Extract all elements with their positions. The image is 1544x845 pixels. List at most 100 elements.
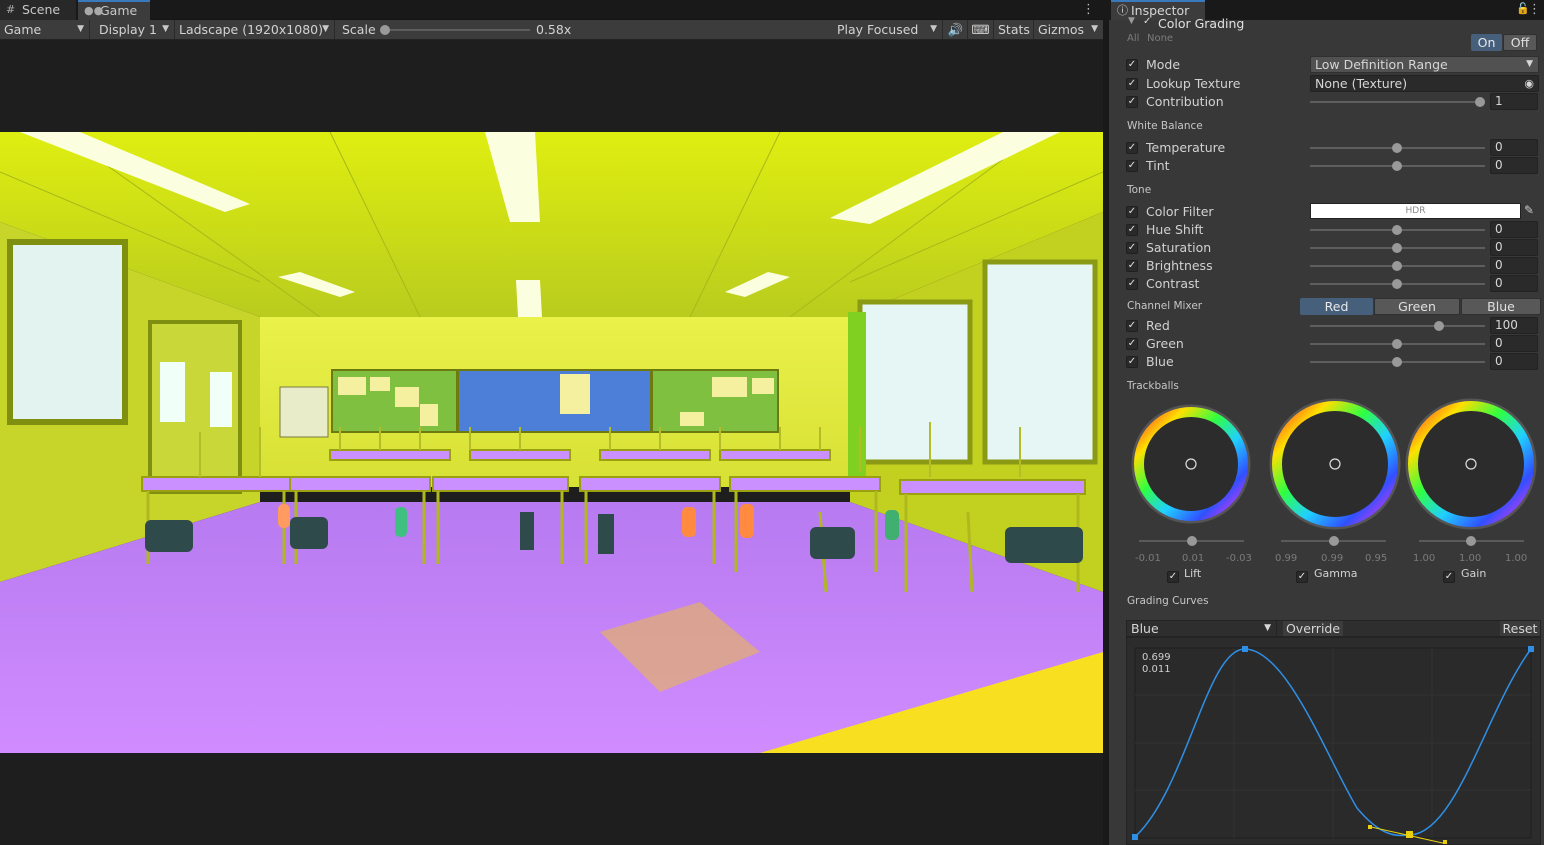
resolution-dropdown[interactable]: Ladscape (1920x1080) ▼ — [175, 20, 335, 39]
mixer-green-row: ✓ Green 0 — [1109, 335, 1544, 353]
saturation-override-checkbox[interactable]: ✓ — [1126, 242, 1138, 254]
reset-button[interactable]: Reset — [1500, 621, 1540, 636]
game-view-dropdown[interactable]: Game ▼ — [0, 20, 90, 39]
mode-dropdown-value: Low Definition Range — [1315, 57, 1448, 72]
tab-game[interactable]: ●● Game — [78, 0, 150, 20]
curve-channel-dropdown[interactable]: Blue ▼ — [1127, 621, 1277, 636]
lookup-override-checkbox[interactable]: ✓ — [1126, 78, 1138, 90]
mixer-blue-slider-handle[interactable] — [1392, 357, 1402, 367]
kebab-menu-icon[interactable]: ⋮ — [1082, 2, 1095, 17]
play-focused-dropdown[interactable]: Play Focused ▼ — [833, 20, 943, 39]
on-button[interactable]: On — [1471, 34, 1502, 51]
saturation-label: Saturation — [1146, 240, 1212, 255]
curve-editor[interactable]: 0.699 0.011 — [1126, 637, 1541, 845]
contrast-field[interactable]: 0 — [1490, 275, 1538, 292]
component-header[interactable]: ▼ ✓ Color Grading — [1109, 16, 1544, 34]
temperature-slider-handle[interactable] — [1392, 143, 1402, 153]
mute-audio-icon[interactable]: 🔊 — [944, 20, 968, 39]
gamma-slider-handle[interactable] — [1329, 536, 1339, 546]
mode-dropdown[interactable]: Low Definition Range ▼ — [1310, 56, 1539, 73]
trackballs-wheels[interactable] — [1109, 392, 1544, 534]
saturation-slider-handle[interactable] — [1392, 243, 1402, 253]
curve-graph[interactable] — [1127, 638, 1540, 845]
scale-slider[interactable] — [380, 29, 530, 31]
component-enabled-check-icon[interactable]: ✓ — [1143, 16, 1151, 27]
kebab-menu-icon[interactable]: ⋮ — [1528, 2, 1541, 17]
gain-wheel[interactable] — [1405, 398, 1537, 530]
contrast-slider-handle[interactable] — [1392, 279, 1402, 289]
gain-slider-handle[interactable] — [1466, 536, 1476, 546]
hue-shift-label: Hue Shift — [1146, 222, 1204, 237]
mixer-green-override-checkbox[interactable]: ✓ — [1126, 338, 1138, 350]
override-button[interactable]: Override — [1283, 621, 1343, 636]
color-filter-swatch[interactable]: HDR — [1310, 203, 1521, 219]
play-focused-label: Play Focused — [837, 22, 919, 37]
tint-slider-handle[interactable] — [1392, 161, 1402, 171]
mixer-blue-field[interactable]: 0 — [1490, 353, 1538, 370]
tint-field[interactable]: 0 — [1490, 157, 1538, 174]
channel-mixer-header: Channel Mixer — [1127, 300, 1203, 312]
mixer-red-slider[interactable] — [1310, 325, 1485, 327]
lift-slider-handle[interactable] — [1187, 536, 1197, 546]
off-button[interactable]: Off — [1503, 34, 1537, 51]
display-dropdown[interactable]: Display 1 ▼ — [95, 20, 175, 39]
mixer-red-slider-handle[interactable] — [1434, 321, 1444, 331]
contribution-slider-handle[interactable] — [1475, 97, 1485, 107]
tint-override-checkbox[interactable]: ✓ — [1126, 160, 1138, 172]
tangent-handle-right[interactable] — [1443, 840, 1447, 844]
game-viewport[interactable] — [0, 132, 1103, 753]
brightness-override-checkbox[interactable]: ✓ — [1126, 260, 1138, 272]
curve-key-end[interactable] — [1528, 646, 1534, 652]
lift-override-checkbox[interactable]: ✓ — [1167, 571, 1179, 583]
contribution-override-checkbox[interactable]: ✓ — [1126, 96, 1138, 108]
chevron-down-icon: ▼ — [1526, 59, 1533, 69]
gamma-wheel[interactable] — [1269, 398, 1401, 530]
curve-key-selected[interactable] — [1406, 831, 1413, 838]
mixer-green-slider-handle[interactable] — [1392, 339, 1402, 349]
curve-key-start[interactable] — [1132, 834, 1138, 840]
mixer-tab-green[interactable]: Green — [1374, 298, 1460, 315]
mixer-blue-override-checkbox[interactable]: ✓ — [1126, 356, 1138, 368]
contribution-slider[interactable] — [1310, 101, 1485, 103]
hue-shift-field[interactable]: 0 — [1490, 221, 1538, 238]
object-picker-icon[interactable]: ◉ — [1524, 76, 1534, 91]
color-filter-label: Color Filter — [1146, 204, 1214, 219]
lift-label: Lift — [1184, 567, 1202, 580]
curve-key-peak[interactable] — [1242, 646, 1248, 652]
mixer-red-override-checkbox[interactable]: ✓ — [1126, 320, 1138, 332]
brightness-field[interactable]: 0 — [1490, 257, 1538, 274]
curves-toolbar: Blue ▼ Override Reset — [1126, 620, 1541, 637]
temperature-field[interactable]: 0 — [1490, 139, 1538, 156]
hue-shift-slider-handle[interactable] — [1392, 225, 1402, 235]
all-link[interactable]: All — [1127, 33, 1139, 44]
mixer-tab-blue[interactable]: Blue — [1461, 298, 1541, 315]
mixer-red-field[interactable]: 100 — [1490, 317, 1538, 334]
tangent-handle-left[interactable] — [1368, 825, 1372, 829]
none-link[interactable]: None — [1147, 33, 1173, 44]
keyboard-icon[interactable]: ⌨ — [968, 20, 994, 39]
brightness-slider-handle[interactable] — [1392, 261, 1402, 271]
mixer-green-field[interactable]: 0 — [1490, 335, 1538, 352]
gamma-override-checkbox[interactable]: ✓ — [1296, 571, 1308, 583]
mixer-tab-red[interactable]: Red — [1300, 298, 1373, 315]
contribution-field[interactable]: 1 — [1490, 93, 1538, 110]
foldout-arrow-icon[interactable]: ▼ — [1128, 16, 1135, 26]
tab-scene[interactable]: # Scene — [0, 0, 76, 20]
gizmos-dropdown[interactable]: Gizmos ▼ — [1034, 20, 1103, 39]
contrast-override-checkbox[interactable]: ✓ — [1126, 278, 1138, 290]
lookup-texture-label: Lookup Texture — [1146, 76, 1241, 91]
grading-curves-header: Grading Curves — [1127, 595, 1209, 607]
tone-header: Tone — [1127, 184, 1152, 196]
temperature-override-checkbox[interactable]: ✓ — [1126, 142, 1138, 154]
lift-wheel[interactable] — [1131, 404, 1251, 524]
lookup-texture-field[interactable]: None (Texture) ◉ — [1310, 75, 1539, 92]
scale-slider-handle[interactable] — [380, 25, 390, 35]
tint-label: Tint — [1146, 158, 1170, 173]
gain-override-checkbox[interactable]: ✓ — [1443, 571, 1455, 583]
saturation-field[interactable]: 0 — [1490, 239, 1538, 256]
hue-shift-override-checkbox[interactable]: ✓ — [1126, 224, 1138, 236]
stats-button[interactable]: Stats — [994, 20, 1034, 39]
mode-override-checkbox[interactable]: ✓ — [1126, 59, 1138, 71]
color-filter-override-checkbox[interactable]: ✓ — [1126, 206, 1138, 218]
eyedropper-icon[interactable]: ✎ — [1524, 203, 1534, 217]
